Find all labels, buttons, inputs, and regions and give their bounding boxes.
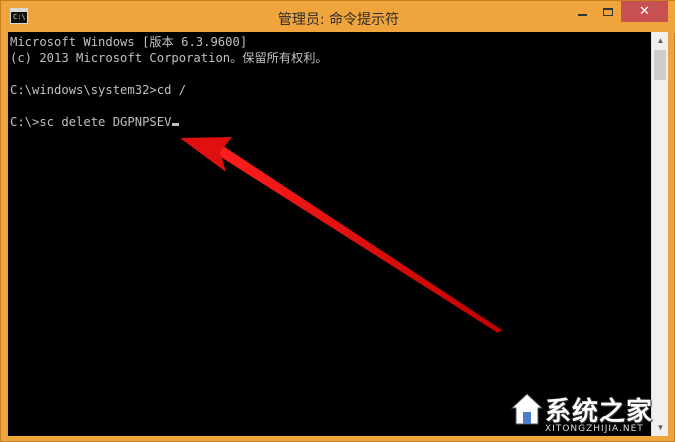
console-window: C:\. 管理员: 命令提示符 ✕ Microsoft Windows [版本 … — [0, 0, 675, 442]
minimize-button[interactable] — [569, 1, 595, 22]
command-line: C:\>sc delete DGPNPSEV — [10, 115, 172, 129]
console-output[interactable]: Microsoft Windows [版本 6.3.9600] (c) 2013… — [8, 32, 651, 436]
close-icon: ✕ — [639, 4, 650, 19]
watermark-text: 系统之家 — [545, 397, 654, 427]
console-line: (c) 2013 Microsoft Corporation。保留所有权利。 — [10, 51, 328, 65]
scroll-up-button[interactable]: ▲ — [652, 32, 669, 49]
site-watermark: 系统之家 XITONGZHIJIA.NET — [505, 388, 675, 442]
watermark-subtext: XITONGZHIJIA.NET — [545, 424, 644, 434]
close-button[interactable]: ✕ — [621, 1, 668, 22]
maximize-icon — [603, 7, 613, 16]
text-cursor — [172, 123, 180, 126]
console-line: C:\windows\system32>cd / — [10, 83, 187, 97]
console-line: Microsoft Windows [版本 6.3.9600] — [10, 35, 248, 49]
minimize-icon — [577, 13, 587, 16]
house-logo-icon — [511, 393, 543, 425]
vertical-scrollbar[interactable]: ▲ ▼ — [651, 32, 668, 436]
maximize-button[interactable] — [595, 1, 621, 22]
title-bar[interactable]: C:\. 管理员: 命令提示符 ✕ — [1, 1, 675, 33]
scrollbar-thumb[interactable] — [654, 50, 666, 80]
